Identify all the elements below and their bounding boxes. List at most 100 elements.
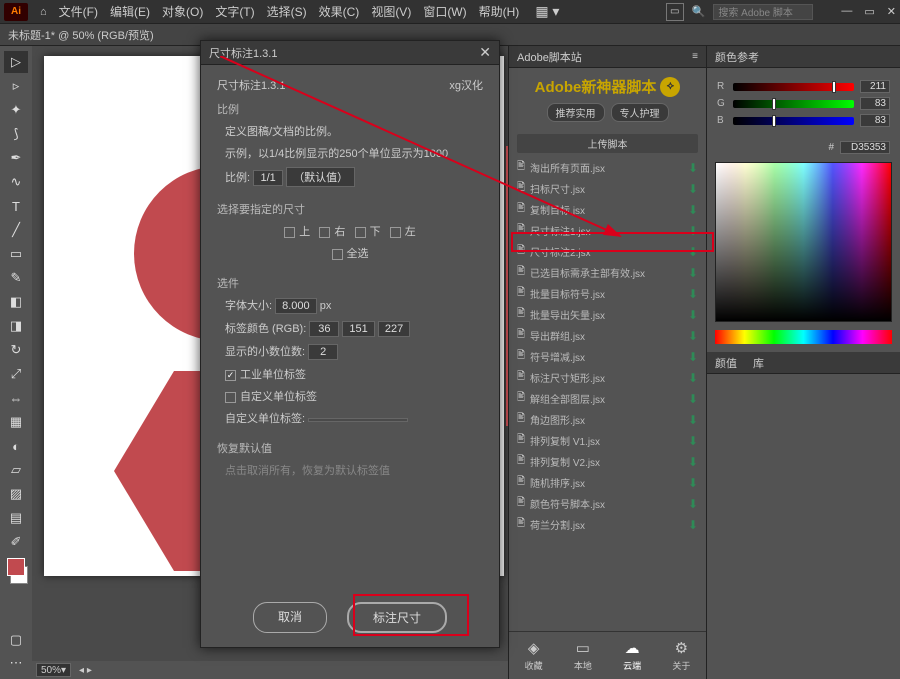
chk-left[interactable] [390,227,401,238]
color-b-field[interactable]: 227 [378,321,410,337]
color-r-field[interactable]: 36 [309,321,339,337]
menu-object[interactable]: 对象(O) [162,3,203,20]
download-icon[interactable]: ⬇ [688,224,698,238]
cancel-button[interactable]: 取消 [253,602,327,633]
fill-color-swatch[interactable] [7,558,25,576]
home-icon[interactable]: ⌂ [40,6,47,18]
arrange-icon[interactable]: ▭ [666,3,684,21]
download-icon[interactable]: ⬇ [688,203,698,217]
nav-about[interactable]: ⚙关于 [672,639,690,672]
custom-unit-field[interactable] [308,418,408,422]
slider-r[interactable] [733,83,854,91]
scripts-tag-1[interactable]: 推荐实用 [547,103,605,122]
script-item[interactable]: 🖹已选目标需承主部有效.jsx⬇ [511,262,704,283]
decimals-field[interactable]: 2 [308,344,338,360]
slider-g[interactable] [733,100,854,108]
selection-tool[interactable]: ▷ [4,51,28,73]
color-spectrum[interactable] [715,162,892,322]
slider-r-value[interactable]: 211 [860,80,890,93]
chk-right[interactable] [319,227,330,238]
hex-value[interactable]: D35353 [840,141,890,154]
chk-industrial[interactable] [225,370,236,381]
script-item[interactable]: 🖹荷兰分割.jsx⬇ [511,514,704,535]
dialog-close-icon[interactable]: ✕ [479,44,491,61]
magic-wand-tool[interactable]: ✦ [4,99,28,121]
download-icon[interactable]: ⬇ [688,434,698,448]
script-item[interactable]: 🖹解组全部图层.jsx⬇ [511,388,704,409]
download-icon[interactable]: ⬇ [688,350,698,364]
download-icon[interactable]: ⬇ [688,497,698,511]
download-icon[interactable]: ⬇ [688,266,698,280]
menu-select[interactable]: 选择(S) [267,3,307,20]
chk-bottom[interactable] [355,227,366,238]
rectangle-tool[interactable]: ▭ [4,243,28,265]
menu-window[interactable]: 窗口(W) [423,3,466,20]
paintbrush-tool[interactable]: ✎ [4,267,28,289]
menu-help[interactable]: 帮助(H) [479,3,520,20]
type-tool[interactable]: T [4,195,28,217]
zoom-select[interactable]: 50% ▾ [36,663,71,677]
download-icon[interactable]: ⬇ [688,455,698,469]
nav-cloud[interactable]: ☁云端 [623,639,641,672]
essentials-icon[interactable]: ▦ ▾ [535,3,559,20]
free-transform-tool[interactable]: ▦ [4,411,28,433]
script-item[interactable]: 🖹随机排序.jsx⬇ [511,472,704,493]
window-minimize-icon[interactable]: — [841,5,852,18]
download-icon[interactable]: ⬇ [688,518,698,532]
download-icon[interactable]: ⬇ [688,392,698,406]
dialog-titlebar[interactable]: 尺寸标注1.3.1 ✕ [201,41,499,65]
edit-toolbar[interactable]: ⋯ [4,652,28,674]
download-icon[interactable]: ⬇ [688,476,698,490]
script-item[interactable]: 🖹颜色符号脚本.jsx⬇ [511,493,704,514]
menu-view[interactable]: 视图(V) [371,3,411,20]
shaper-tool[interactable]: ◧ [4,291,28,313]
rotate-tool[interactable]: ↻ [4,339,28,361]
color-panel-tab[interactable]: 颜色参考 [707,46,900,68]
search-input[interactable]: 搜索 Adobe 脚本 [713,4,813,20]
nav-local[interactable]: ▭本地 [574,639,592,672]
chk-all[interactable] [332,249,343,260]
menu-type[interactable]: 文字(T) [215,3,254,20]
menu-edit[interactable]: 编辑(E) [110,3,150,20]
script-item[interactable]: 🖹扫标尺寸.jsx⬇ [511,178,704,199]
download-icon[interactable]: ⬇ [688,413,698,427]
eyedropper-tool[interactable]: ✐ [4,531,28,553]
screen-mode[interactable]: ▢ [4,629,28,651]
swatch-tab-1[interactable]: 颜值 [715,355,737,371]
search-icon[interactable]: 🔍 [692,5,706,18]
eraser-tool[interactable]: ◨ [4,315,28,337]
script-item[interactable]: 🖹符号增减.jsx⬇ [511,346,704,367]
window-restore-icon[interactable]: ▭ [864,5,874,18]
scale-default[interactable]: （默认值） [286,167,355,187]
download-icon[interactable]: ⬇ [688,329,698,343]
nav-favorite[interactable]: ◈收藏 [525,639,543,672]
script-item[interactable]: 🖹尺寸标注1.jsx⬇ [511,220,704,241]
scale-tool[interactable]: ⤢ [4,363,28,385]
font-size-field[interactable]: 8.000 [275,298,317,314]
slider-g-value[interactable]: 83 [860,97,890,110]
script-item[interactable]: 🖹尺寸标注2.jsx⬇ [511,241,704,262]
curvature-tool[interactable]: ∿ [4,171,28,193]
script-item[interactable]: 🖹标注尺寸矩形.jsx⬇ [511,367,704,388]
scripts-tag-2[interactable]: 专人护理 [611,103,669,122]
download-icon[interactable]: ⬇ [688,161,698,175]
chk-custom-unit[interactable] [225,392,236,403]
pen-tool[interactable]: ✒ [4,147,28,169]
slider-b-value[interactable]: 83 [860,114,890,127]
gradient-tool[interactable]: ▤ [4,507,28,529]
script-item[interactable]: 🖹导出群组.jsx⬇ [511,325,704,346]
mesh-tool[interactable]: ▨ [4,483,28,505]
script-item[interactable]: 🖹角边图形.jsx⬇ [511,409,704,430]
download-icon[interactable]: ⬇ [688,182,698,196]
color-g-field[interactable]: 151 [342,321,374,337]
script-item[interactable]: 🖹排列复制 V2.jsx⬇ [511,451,704,472]
lasso-tool[interactable]: ⟆ [4,123,28,145]
perspective-tool[interactable]: ▱ [4,459,28,481]
script-item[interactable]: 🖹淘出所有页面.jsx⬇ [511,157,704,178]
line-tool[interactable]: ╱ [4,219,28,241]
chk-top[interactable] [284,227,295,238]
slider-b[interactable] [733,117,854,125]
script-item[interactable]: 🖹复制目标.jsx⬇ [511,199,704,220]
width-tool[interactable]: ⇔ [4,387,28,409]
scripts-list[interactable]: 🖹淘出所有页面.jsx⬇🖹扫标尺寸.jsx⬇🖹复制目标.jsx⬇🖹尺寸标注1.j… [509,157,706,631]
